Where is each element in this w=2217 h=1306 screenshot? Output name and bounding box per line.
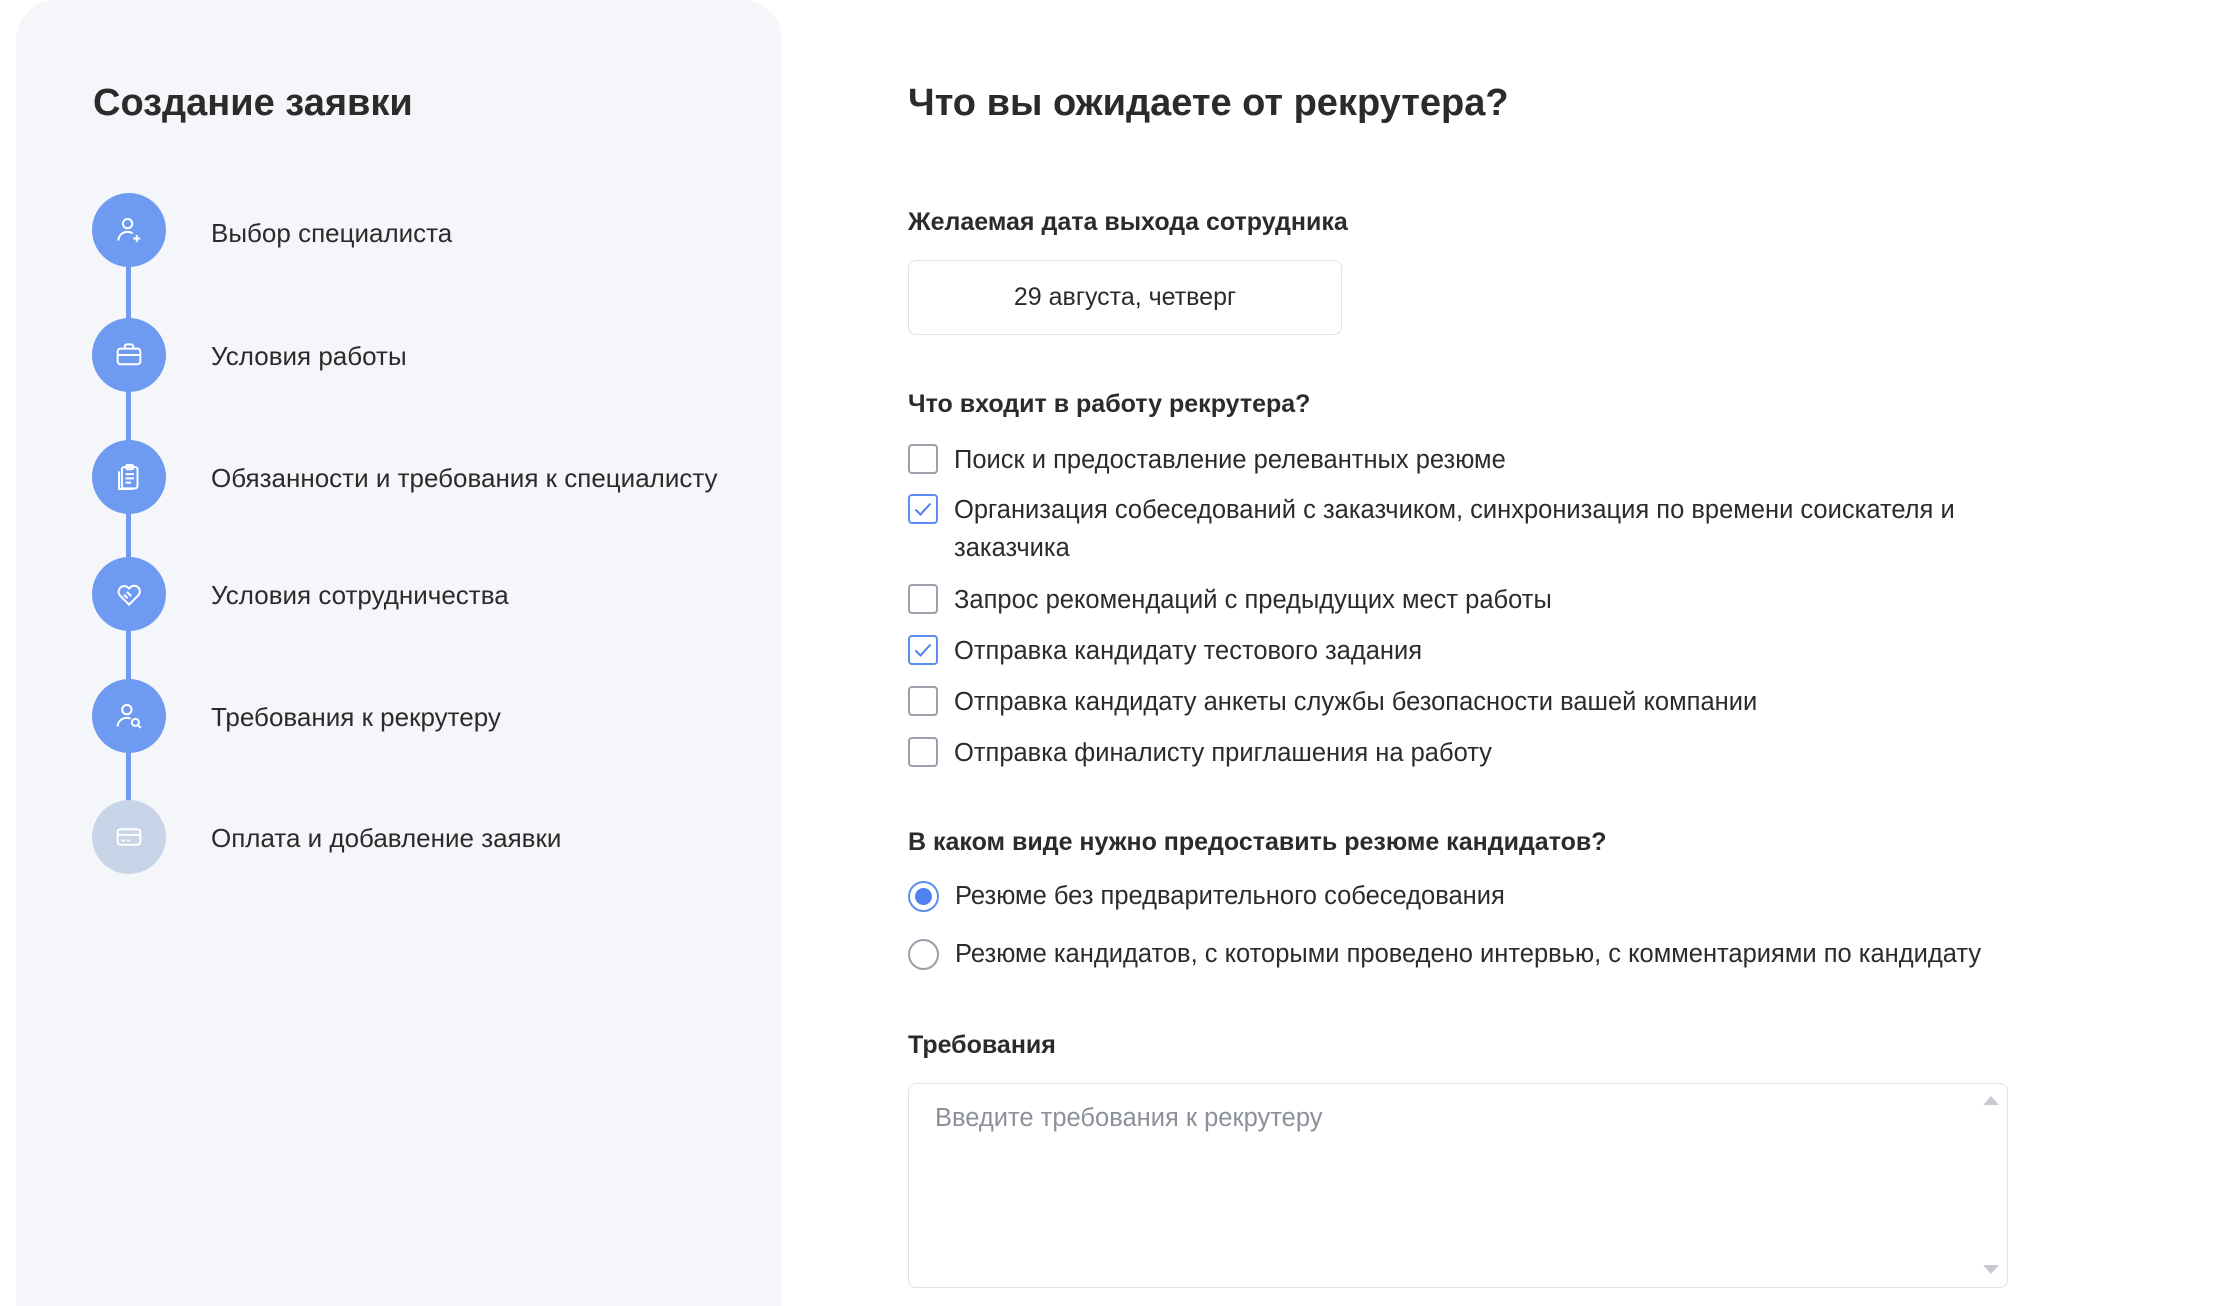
step-label-payment[interactable]: Оплата и добавление заявки: [211, 823, 561, 854]
task-option-label: Поиск и предоставление релевантных резюм…: [954, 446, 1506, 474]
checkbox[interactable]: [908, 737, 938, 767]
step-4-circle[interactable]: [92, 557, 166, 631]
task-option-1[interactable]: Поиск и предоставление релевантных резюм…: [908, 444, 2028, 479]
checkbox-checked[interactable]: [908, 494, 938, 524]
checkbox[interactable]: [908, 686, 938, 716]
radio-selected[interactable]: [908, 881, 939, 912]
user-plus-icon: [117, 217, 141, 243]
step-6-circle[interactable]: [92, 800, 166, 874]
step-label-cooperation[interactable]: Условия сотрудничества: [211, 580, 509, 611]
checkbox-checked[interactable]: [908, 635, 938, 665]
task-option-label: Запрос рекомендаций с предыдущих мест ра…: [954, 586, 1552, 614]
page-title: Что вы ожидаете от рекрутера?: [908, 82, 1509, 124]
resume-section-label: В каком виде нужно предоставить резюме к…: [908, 828, 1607, 856]
date-section-label: Желаемая дата выхода сотрудника: [908, 208, 1348, 236]
step-5-circle[interactable]: [92, 679, 166, 753]
start-date-field[interactable]: 29 августа, четверг: [908, 260, 1342, 335]
task-option-5[interactable]: Отправка кандидату анкеты службы безопас…: [908, 686, 2028, 721]
checkmark-icon: [914, 502, 932, 516]
step-2-circle[interactable]: [92, 318, 166, 392]
requirements-textarea[interactable]: [908, 1083, 2008, 1288]
resume-option-label: Резюме без предварительного собеседовани…: [955, 882, 1505, 910]
credit-card-icon: [116, 828, 142, 846]
step-label-work-conditions[interactable]: Условия работы: [211, 341, 407, 372]
checkbox[interactable]: [908, 444, 938, 474]
clipboard-icon: [118, 463, 139, 491]
page: Создание заявки Выбор специалиста Услови…: [0, 0, 2217, 1306]
resume-option-label: Резюме кандидатов, с которыми проведено …: [955, 940, 1982, 968]
step-3-circle[interactable]: [92, 440, 166, 514]
task-option-6[interactable]: Отправка финалисту приглашения на работу: [908, 737, 2028, 772]
task-option-2[interactable]: Организация собеседований с заказчиком, …: [908, 494, 2028, 567]
scroll-down-arrow-icon[interactable]: [1983, 1265, 1999, 1274]
task-option-label: Отправка кандидату анкеты службы безопас…: [954, 688, 1758, 716]
start-date-value: 29 августа, четверг: [1013, 283, 1237, 311]
step-label-duties[interactable]: Обязанности и требования к специалисту: [211, 463, 718, 494]
radio-dot: [915, 888, 932, 905]
resume-option-1[interactable]: Резюме без предварительного собеседовани…: [908, 881, 1505, 912]
handshake-heart-icon: [117, 584, 141, 607]
user-search-icon: [116, 703, 142, 729]
tasks-section-label: Что входит в работу рекрутера?: [908, 390, 1311, 418]
step-label-recruiter-requirements[interactable]: Требования к рекрутеру: [211, 702, 501, 733]
requirements-section-label: Требования: [908, 1031, 1056, 1059]
checkbox[interactable]: [908, 584, 938, 614]
task-option-label: Отправка финалисту приглашения на работу: [954, 739, 1492, 767]
task-option-label: Организация собеседований с заказчиком, …: [954, 496, 1955, 562]
checkmark-icon: [914, 643, 932, 657]
sidebar-title: Создание заявки: [93, 82, 413, 124]
resume-option-2[interactable]: Резюме кандидатов, с которыми проведено …: [908, 939, 1981, 970]
task-option-4[interactable]: Отправка кандидату тестового задания: [908, 635, 2028, 670]
radio[interactable]: [908, 939, 939, 970]
scroll-up-arrow-icon[interactable]: [1983, 1096, 1999, 1105]
task-option-label: Отправка кандидату тестового задания: [954, 637, 1423, 665]
step-label-specialist[interactable]: Выбор специалиста: [211, 218, 452, 249]
step-1-circle[interactable]: [92, 193, 166, 267]
briefcase-icon: [116, 343, 142, 366]
task-option-3[interactable]: Запрос рекомендаций с предыдущих мест ра…: [908, 584, 2028, 619]
